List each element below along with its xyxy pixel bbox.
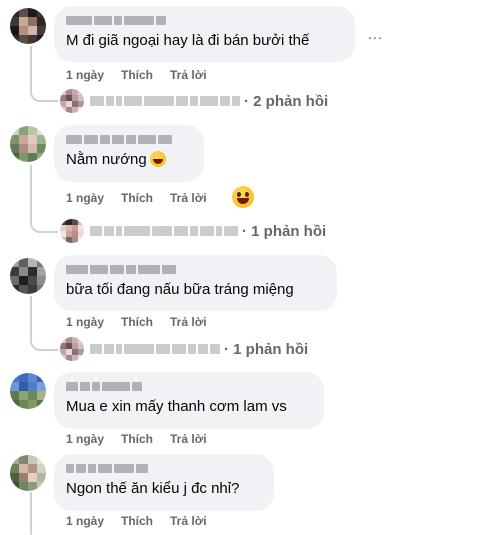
like-button[interactable]: Thích [121,315,153,329]
reply-button[interactable]: Trả lời [170,68,207,82]
reply-count[interactable]: · 1 phản hồi [242,223,326,240]
avatar[interactable] [10,373,46,409]
reply-button[interactable]: Trả lời [170,514,207,528]
view-replies-link[interactable]: · 1 phản hồi [60,337,308,361]
comment-text: Ngon thế ăn kiểu j đc nhỉ? [66,480,240,497]
comment-bubble: M đi giã ngoại hay là đi bán bưởi thế [54,6,355,62]
comment-actions: 1 ngày Thích Trả lời [66,431,207,447]
view-replies-link[interactable]: · 2 phản hồi [60,89,328,113]
comment-bubble: Nằm nướng [54,125,204,182]
comment-text: Nằm nướng [66,150,192,169]
comment-text: M đi giã ngoại hay là đi bán bưởi thế [66,32,310,49]
thread-line [30,492,32,535]
reply-button[interactable]: Trả lời [170,315,207,329]
reply-count[interactable]: · 2 phản hồi [244,93,328,110]
replier-names-blurred [90,226,238,236]
replier-names-blurred [90,96,240,106]
author-name-blurred[interactable] [66,133,192,145]
comment-time[interactable]: 1 ngày [66,315,104,329]
comment-time[interactable]: 1 ngày [66,514,104,528]
author-name-blurred[interactable] [66,462,262,474]
author-name-blurred[interactable] [66,263,325,275]
avatar[interactable] [10,126,46,162]
comment-actions: 1 ngày Thích Trả lời [66,190,207,206]
comment-text-content: Nằm nướng [66,151,147,168]
avatar[interactable] [10,258,46,294]
like-button[interactable]: Thích [121,191,153,205]
comment-bubble: Mua e xin mấy thanh cơm lam vs [54,372,324,429]
comment-actions: 1 ngày Thích Trả lời [66,67,207,83]
laughing-reaction-icon[interactable] [232,186,254,208]
reply-connector [30,46,58,102]
comment-actions: 1 ngày Thích Trả lời [66,314,207,330]
rolling-laughing-emoji-icon [149,151,166,167]
like-button[interactable]: Thích [121,514,153,528]
reply-button[interactable]: Trả lời [170,191,207,205]
more-options-icon[interactable]: … [367,26,384,44]
comment-bubble: Ngon thế ăn kiểu j đc nhỉ? [54,454,274,511]
reply-connector [30,296,58,351]
like-button[interactable]: Thích [121,432,153,446]
view-replies-link[interactable]: · 1 phản hồi [60,219,326,243]
comment-time[interactable]: 1 ngày [66,432,104,446]
avatar[interactable] [10,455,46,491]
reply-button[interactable]: Trả lời [170,432,207,446]
comment-time[interactable]: 1 ngày [66,191,104,205]
reply-count[interactable]: · 1 phản hồi [224,341,308,358]
author-name-blurred[interactable] [66,380,312,392]
replier-names-blurred [90,344,220,354]
reply-avatar [60,89,84,113]
comment-bubble: bữa tối đang nấu bữa tráng miệng [54,255,337,311]
reply-avatar [60,219,84,243]
reply-avatar [60,337,84,361]
comment-text: bữa tối đang nấu bữa tráng miệng [66,281,294,298]
author-name-blurred[interactable] [66,14,343,26]
comment-actions: 1 ngày Thích Trả lời [66,513,207,529]
reply-connector [30,165,58,233]
comment-time[interactable]: 1 ngày [66,68,104,82]
comment-text: Mua e xin mấy thanh cơm lam vs [66,398,287,415]
like-button[interactable]: Thích [121,68,153,82]
avatar[interactable] [10,8,46,44]
